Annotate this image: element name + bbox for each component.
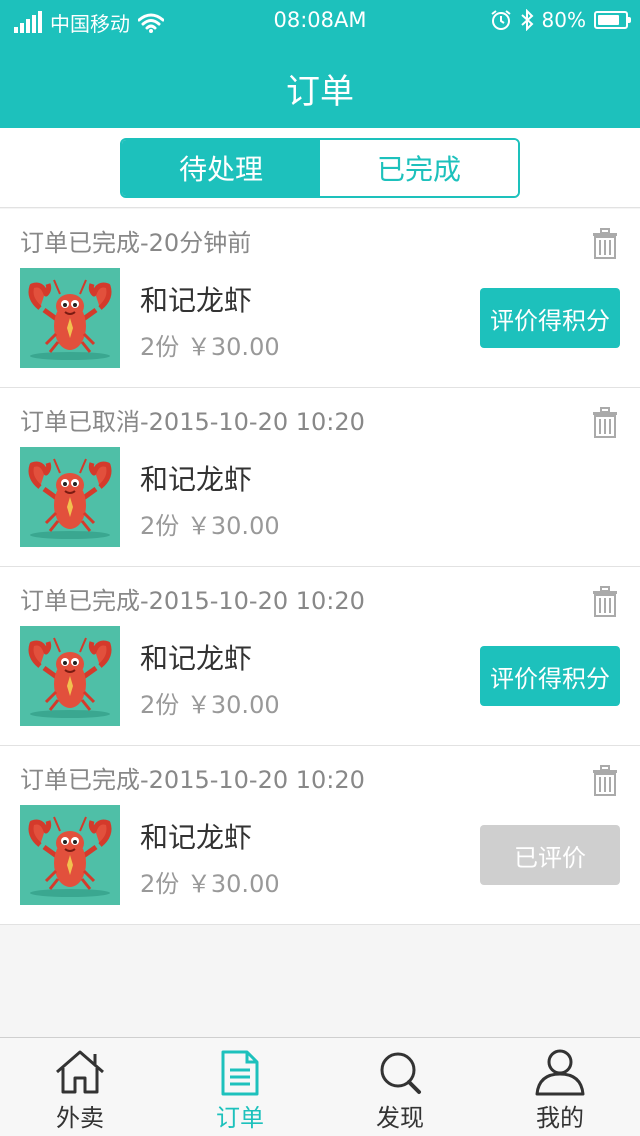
tab-takeout[interactable]: 外卖 <box>0 1038 160 1136</box>
trash-icon[interactable] <box>590 227 620 259</box>
tab-label: 外卖 <box>56 1104 104 1132</box>
tab-label: 发现 <box>376 1104 424 1132</box>
bluetooth-icon <box>520 9 533 31</box>
trash-icon[interactable] <box>590 585 620 617</box>
nav-bar: 订单 <box>0 40 640 128</box>
order-action-button[interactable]: 已评价 <box>480 825 620 885</box>
food-thumbnail[interactable] <box>20 268 120 368</box>
search-icon <box>380 1052 421 1094</box>
status-bar: 中国移动 08:08AM 80% <box>0 0 640 40</box>
battery-percent: 80% <box>541 8 586 32</box>
order-status: 订单已完成-20分钟前 <box>20 229 252 257</box>
page-title: 订单 <box>286 72 354 112</box>
order-status: 订单已完成-2015-10-20 10:20 <box>20 587 365 615</box>
order-card[interactable]: 订单已完成-2015-10-20 10:20 和记龙虾 2份 ￥30.00 已评… <box>0 746 640 925</box>
status-right: 80% <box>490 8 631 32</box>
restaurant-name: 和记龙虾 <box>140 821 253 854</box>
tab-label: 订单 <box>216 1104 264 1132</box>
order-card[interactable]: 订单已取消-2015-10-20 10:20 和记龙虾 2份 ￥30.00 <box>0 388 640 567</box>
battery-icon <box>594 11 631 29</box>
segment-completed[interactable]: 已完成 <box>320 140 518 196</box>
order-price: 2份 ￥30.00 <box>140 870 280 898</box>
order-list: 订单已完成-20分钟前 和记龙虾 2份 ￥30.00 评价得积分 订单已取消-2… <box>0 209 640 925</box>
restaurant-name: 和记龙虾 <box>140 463 253 496</box>
restaurant-name: 和记龙虾 <box>140 642 253 675</box>
tab-orders[interactable]: 订单 <box>160 1038 320 1136</box>
restaurant-name: 和记龙虾 <box>140 284 253 317</box>
food-thumbnail[interactable] <box>20 805 120 905</box>
order-action-button[interactable]: 评价得积分 <box>480 646 620 706</box>
order-price: 2份 ￥30.00 <box>140 691 280 719</box>
order-card[interactable]: 订单已完成-20分钟前 和记龙虾 2份 ￥30.00 评价得积分 <box>0 209 640 388</box>
alarm-icon <box>490 10 511 30</box>
order-price: 2份 ￥30.00 <box>140 333 280 361</box>
segment-pending[interactable]: 待处理 <box>122 140 320 196</box>
bottom-tab-bar: 外卖 订单 发现 我的 <box>0 1037 640 1136</box>
order-price: 2份 ￥30.00 <box>140 512 280 540</box>
home-icon <box>56 1050 104 1094</box>
trash-icon[interactable] <box>590 764 620 796</box>
order-status: 订单已取消-2015-10-20 10:20 <box>20 408 365 436</box>
order-segment-control: 待处理 已完成 <box>120 138 520 198</box>
tab-discover[interactable]: 发现 <box>320 1038 480 1136</box>
trash-icon[interactable] <box>590 406 620 438</box>
order-status: 订单已完成-2015-10-20 10:20 <box>20 766 365 794</box>
order-card[interactable]: 订单已完成-2015-10-20 10:20 和记龙虾 2份 ￥30.00 评价… <box>0 567 640 746</box>
order-action-button[interactable]: 评价得积分 <box>480 288 620 348</box>
tab-mine[interactable]: 我的 <box>480 1038 640 1136</box>
food-thumbnail[interactable] <box>20 626 120 726</box>
user-icon <box>535 1049 585 1096</box>
tab-label: 我的 <box>536 1104 584 1132</box>
document-icon <box>221 1050 259 1096</box>
food-thumbnail[interactable] <box>20 447 120 547</box>
segment-container: 待处理 已完成 <box>0 128 640 208</box>
